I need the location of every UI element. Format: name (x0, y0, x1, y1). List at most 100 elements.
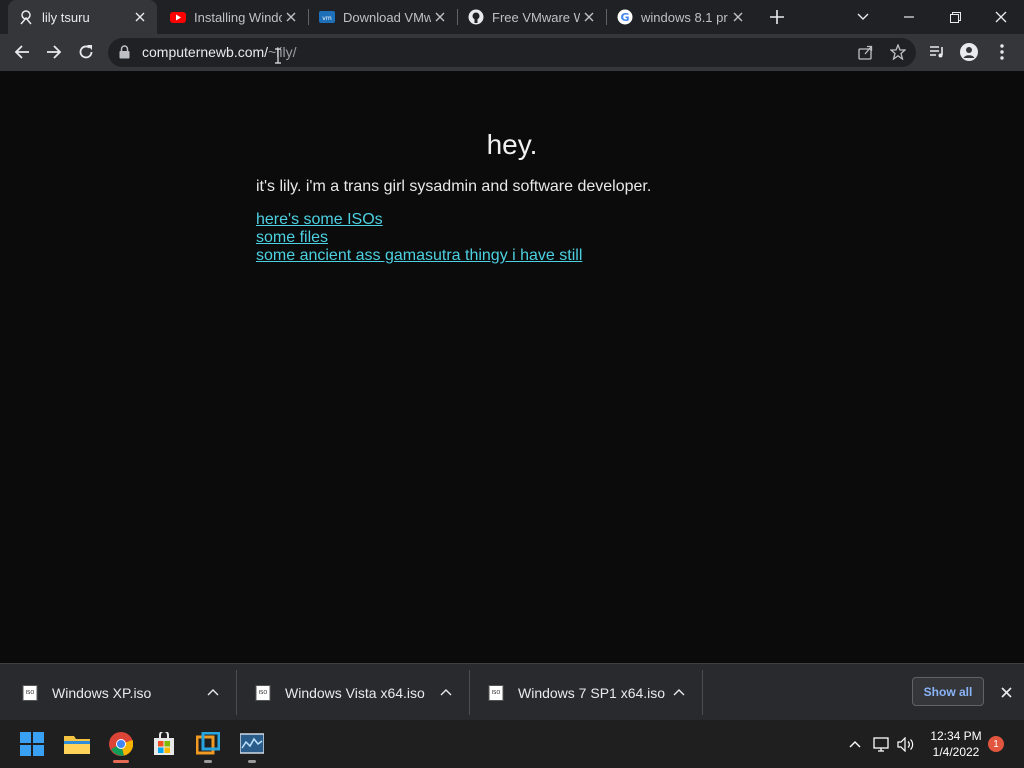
iso-file-icon: ISO (488, 684, 504, 701)
address-bar[interactable]: computernewb.com/~lily/ (108, 38, 916, 67)
network-tray[interactable] (873, 736, 891, 752)
tab-google[interactable]: G windows 8.1 pr (607, 0, 755, 34)
tab-title: Download VMw (343, 9, 431, 25)
download-shelf: ISO Windows XP.iso ISO Windows Vista x64… (0, 663, 1024, 721)
svg-text:ISO: ISO (492, 690, 501, 696)
tab-title: Free VMware W (492, 9, 580, 25)
restore-button[interactable] (932, 0, 978, 34)
close-tab-icon[interactable] (580, 8, 598, 26)
minimize-button[interactable] (886, 0, 932, 34)
close-tab-icon[interactable] (282, 8, 300, 26)
page-heading: hey. (486, 129, 538, 160)
lily-favicon-icon (18, 9, 34, 25)
tab-github[interactable]: Free VMware W (458, 0, 606, 34)
close-tab-icon[interactable] (729, 8, 747, 26)
clock-time: 12:34 PM (930, 729, 982, 743)
taskbar-chrome[interactable] (105, 728, 137, 763)
download-separator (469, 670, 470, 715)
url-domain: computernewb.com/ (142, 44, 269, 60)
tab-youtube[interactable]: Installing Windo (160, 0, 308, 34)
tab-title: Installing Windo (194, 9, 282, 25)
start-icon (20, 732, 44, 756)
chevron-up-icon[interactable] (438, 684, 454, 700)
arrow-right-icon (47, 45, 62, 59)
google-icon: G (617, 9, 633, 25)
tab-strip: lily tsuru Installing Windo vm Download … (0, 0, 1024, 34)
chevron-up-icon[interactable] (205, 684, 221, 700)
network-icon (873, 736, 889, 752)
profile-button[interactable] (955, 38, 983, 66)
bookmark-star-icon[interactable] (889, 43, 907, 65)
running-app-indicator (204, 760, 212, 763)
browser-toolbar: computernewb.com/~lily/ (0, 34, 1024, 72)
download-filename: Windows 7 SP1 x64.iso (518, 684, 666, 701)
reload-button[interactable] (72, 38, 100, 66)
forward-button[interactable] (40, 38, 68, 66)
close-icon (1000, 686, 1012, 698)
media-queue-icon (930, 46, 943, 58)
start-button[interactable] (16, 728, 48, 760)
resource-monitor-icon (240, 733, 264, 754)
page-content: hey. it's lily. i'm a trans girl sysadmi… (0, 71, 1024, 663)
microsoft-store-icon (154, 732, 174, 755)
taskbar-vmware[interactable] (192, 728, 224, 763)
link-isos[interactable]: here's some ISOs (256, 211, 383, 229)
taskbar-microsoft-store[interactable] (148, 728, 180, 760)
download-item[interactable]: ISO Windows 7 SP1 x64.iso (488, 664, 700, 721)
chrome-icon (109, 732, 133, 756)
svg-text:G: G (620, 11, 629, 24)
link-files[interactable]: some files (256, 229, 328, 247)
notification-badge[interactable]: 1 (988, 736, 1004, 752)
url-path: ~lily/ (268, 44, 297, 60)
chevron-up-icon (849, 741, 861, 748)
close-shelf-button[interactable] (997, 683, 1015, 701)
chevron-up-icon[interactable] (671, 684, 687, 700)
taskbar: 12:34 PM 1/4/2022 1 (0, 720, 1024, 768)
tab-title: windows 8.1 pr (641, 9, 728, 25)
tab-title: lily tsuru (42, 9, 90, 25)
text-cursor-icon (275, 48, 281, 64)
show-hidden-icons-button[interactable] (846, 736, 864, 752)
new-tab-button[interactable] (766, 6, 788, 28)
taskbar-file-explorer[interactable] (61, 728, 93, 760)
svg-text:ISO: ISO (259, 690, 268, 696)
menu-button[interactable] (988, 38, 1016, 66)
tab-lily-tsuru[interactable]: lily tsuru (8, 0, 157, 34)
close-window-button[interactable] (978, 0, 1024, 34)
vmware-icon: vm (319, 9, 335, 25)
close-tab-icon[interactable] (431, 8, 449, 26)
volume-tray[interactable] (897, 736, 915, 752)
download-item[interactable]: ISO Windows XP.iso (22, 664, 234, 721)
file-explorer-icon (64, 736, 90, 754)
download-item[interactable]: ISO Windows Vista x64.iso (255, 664, 467, 721)
download-separator (702, 670, 703, 715)
github-icon (468, 9, 484, 25)
chevron-down-icon (857, 13, 869, 20)
plus-icon (770, 10, 784, 24)
speaker-icon (897, 736, 914, 752)
arrow-left-icon (14, 45, 29, 59)
download-filename: Windows Vista x64.iso (285, 684, 425, 701)
back-button[interactable] (8, 38, 36, 66)
close-tab-icon[interactable] (131, 8, 149, 26)
tab-search-button[interactable] (840, 0, 886, 34)
show-all-button[interactable]: Show all (912, 677, 984, 706)
vmware-icon (196, 732, 220, 755)
svg-text:ISO: ISO (26, 690, 35, 696)
tab-vmware[interactable]: vm Download VMw (309, 0, 457, 34)
link-gamasutra[interactable]: some ancient ass gamasutra thingy i have… (256, 247, 582, 265)
system-clock[interactable]: 12:34 PM 1/4/2022 (924, 728, 988, 760)
svg-text:vm: vm (322, 15, 332, 22)
restore-icon (949, 11, 961, 23)
kebab-menu-icon (1000, 44, 1004, 60)
download-separator (236, 670, 237, 715)
running-app-indicator (248, 760, 256, 763)
taskbar-resource-monitor[interactable] (236, 728, 268, 763)
youtube-icon (170, 9, 186, 25)
iso-file-icon: ISO (255, 684, 271, 701)
media-control-button[interactable] (923, 38, 951, 66)
share-icon[interactable] (858, 45, 873, 65)
reload-icon (79, 45, 93, 59)
clock-date: 1/4/2022 (932, 745, 980, 759)
lock-icon[interactable] (119, 45, 130, 64)
